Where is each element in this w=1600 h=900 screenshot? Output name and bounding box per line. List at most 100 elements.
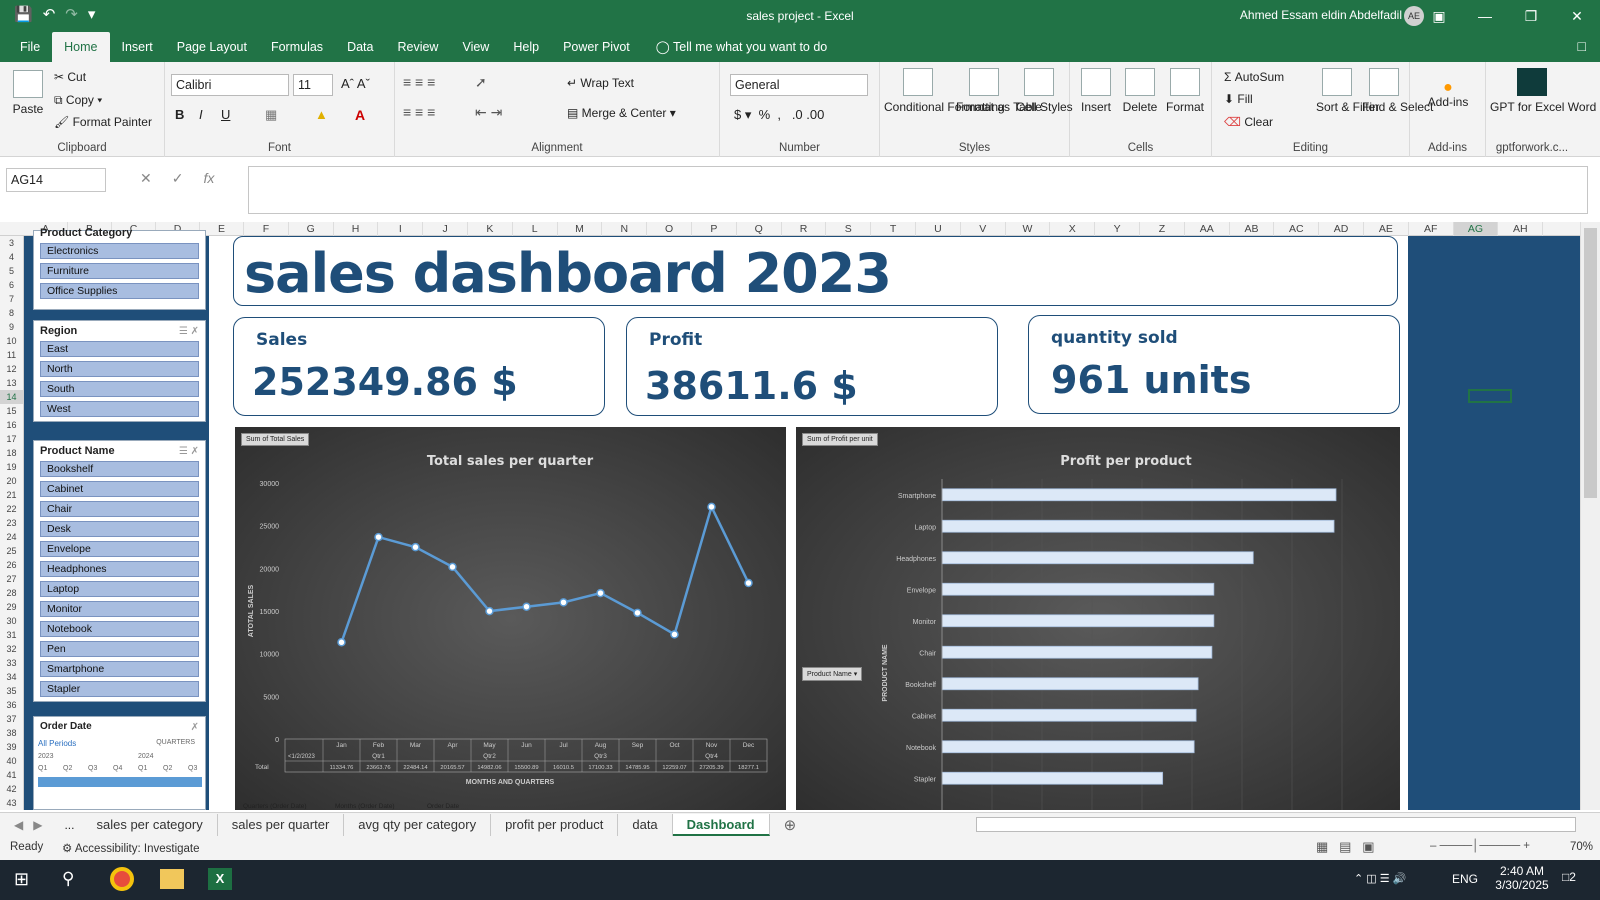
row-header[interactable]: 42: [0, 782, 23, 796]
row-header[interactable]: 32: [0, 642, 23, 656]
column-header[interactable]: AH: [1498, 222, 1544, 236]
insert-cells-button[interactable]: Insert: [1076, 68, 1116, 115]
row-header[interactable]: 21: [0, 488, 23, 502]
fx-icon[interactable]: fx: [203, 170, 214, 187]
cancel-icon[interactable]: ✕: [140, 170, 152, 187]
slicer-item[interactable]: Electronics: [40, 243, 199, 259]
minimize-icon[interactable]: —: [1462, 0, 1508, 32]
data-point[interactable]: [522, 602, 531, 611]
timeline-bar[interactable]: [38, 777, 202, 787]
row-header[interactable]: 36: [0, 698, 23, 712]
slicer-item[interactable]: North: [40, 361, 199, 377]
bold-button[interactable]: B: [175, 107, 184, 122]
column-header[interactable]: X: [1050, 222, 1096, 236]
column-header[interactable]: U: [916, 222, 961, 236]
column-header[interactable]: AB: [1230, 222, 1275, 236]
tab-file[interactable]: File: [8, 32, 52, 62]
slicer-item[interactable]: Monitor: [40, 601, 199, 617]
column-header[interactable]: M: [558, 222, 603, 236]
column-header[interactable]: AD: [1319, 222, 1364, 236]
column-header[interactable]: L: [513, 222, 558, 236]
data-point[interactable]: [744, 578, 753, 588]
fill-button[interactable]: ⬇ Fill: [1224, 92, 1253, 106]
column-header[interactable]: N: [602, 222, 648, 236]
zoom-level[interactable]: 70%: [1570, 841, 1593, 853]
row-header[interactable]: 18: [0, 446, 23, 460]
column-header[interactable]: AE: [1364, 222, 1409, 236]
add-sheet-icon[interactable]: ⊕: [770, 816, 811, 834]
tell-me-search[interactable]: ◯ Tell me what you want to do: [642, 32, 828, 62]
row-header[interactable]: 15: [0, 404, 23, 418]
format-as-table-button[interactable]: Format as Table: [956, 68, 1042, 115]
timeline-quarter[interactable]: Q2: [63, 765, 72, 772]
column-header[interactable]: S: [826, 222, 872, 236]
row-header[interactable]: 14: [0, 390, 23, 404]
row-header[interactable]: 38: [0, 726, 23, 740]
timeline-quarter[interactable]: Q1: [38, 765, 47, 772]
data-point[interactable]: [707, 502, 716, 512]
column-header[interactable]: AF: [1409, 222, 1454, 236]
clear-filter-icon[interactable]: ✗: [191, 722, 199, 733]
row-header[interactable]: 28: [0, 586, 23, 600]
column-header[interactable]: K: [468, 222, 513, 236]
data-point[interactable]: [337, 638, 346, 647]
bar[interactable]: [941, 551, 1254, 565]
prev-sheet-icon[interactable]: ◀ ▶: [0, 818, 56, 832]
row-header[interactable]: 6: [0, 278, 23, 292]
slicer-item[interactable]: South: [40, 381, 199, 397]
scroll-thumb[interactable]: [1584, 228, 1597, 498]
close-icon[interactable]: ✕: [1554, 0, 1600, 32]
search-icon[interactable]: ⚲: [62, 869, 74, 889]
accessibility-status[interactable]: ⚙ Accessibility: Investigate: [62, 841, 200, 855]
horizontal-scrollbar[interactable]: [976, 817, 1576, 832]
row-header[interactable]: 17: [0, 432, 23, 446]
timeline-all-periods[interactable]: All Periods: [38, 739, 76, 748]
enter-icon[interactable]: ✓: [172, 170, 184, 187]
tab-formulas[interactable]: Formulas: [259, 32, 335, 62]
column-header[interactable]: Q: [737, 222, 782, 236]
align-left-icon[interactable]: ≡ ≡ ≡: [403, 104, 435, 120]
timeline-quarter[interactable]: Q4: [113, 765, 122, 772]
column-header[interactable]: V: [961, 222, 1006, 236]
slicer-item[interactable]: Pen: [40, 641, 199, 657]
row-header[interactable]: 19: [0, 460, 23, 474]
tab-help[interactable]: Help: [501, 32, 551, 62]
row-header[interactable]: 26: [0, 558, 23, 572]
merge-center-button[interactable]: ▤ Merge & Center ▾: [567, 106, 676, 120]
chrome-icon[interactable]: [110, 867, 134, 891]
row-header[interactable]: 39: [0, 740, 23, 754]
row-header[interactable]: 11: [0, 348, 23, 362]
bar[interactable]: [941, 645, 1213, 659]
cut-button[interactable]: ✂ Cut: [54, 70, 86, 84]
data-point[interactable]: [411, 542, 420, 552]
data-point[interactable]: [633, 608, 642, 618]
tab-insert[interactable]: Insert: [110, 32, 165, 62]
bar[interactable]: [941, 677, 1199, 691]
row-header[interactable]: 24: [0, 530, 23, 544]
font-name-select[interactable]: Calibri: [171, 74, 289, 96]
name-box[interactable]: AG14: [6, 168, 106, 192]
slicer-item[interactable]: West: [40, 401, 199, 417]
column-header[interactable]: G: [289, 222, 334, 236]
align-top-icon[interactable]: ≡ ≡ ≡: [403, 74, 435, 90]
row-header[interactable]: 5: [0, 264, 23, 278]
row-header[interactable]: 27: [0, 572, 23, 586]
bar[interactable]: [941, 519, 1335, 533]
column-header[interactable]: I: [378, 222, 424, 236]
clear-button[interactable]: ⌫ Clear: [1224, 115, 1273, 129]
tab-power-pivot[interactable]: Power Pivot: [551, 32, 642, 62]
row-header[interactable]: 8: [0, 306, 23, 320]
tab-review[interactable]: Review: [385, 32, 450, 62]
row-header[interactable]: 7: [0, 292, 23, 306]
row-header[interactable]: 9: [0, 320, 23, 334]
formula-input[interactable]: [248, 166, 1588, 214]
tab-home[interactable]: Home: [52, 32, 110, 62]
italic-button[interactable]: I: [199, 107, 203, 122]
user-name[interactable]: Ahmed Essam eldin Abdelfadil: [1240, 8, 1402, 22]
gpt-for-excel-button[interactable]: GPT for Excel Word: [1490, 68, 1596, 115]
column-header[interactable]: AG: [1453, 222, 1499, 236]
column-header[interactable]: Y: [1095, 222, 1140, 236]
indent-icon[interactable]: ⇤ ⇥: [475, 104, 502, 121]
row-header[interactable]: 29: [0, 600, 23, 614]
column-header[interactable]: W: [1006, 222, 1051, 236]
